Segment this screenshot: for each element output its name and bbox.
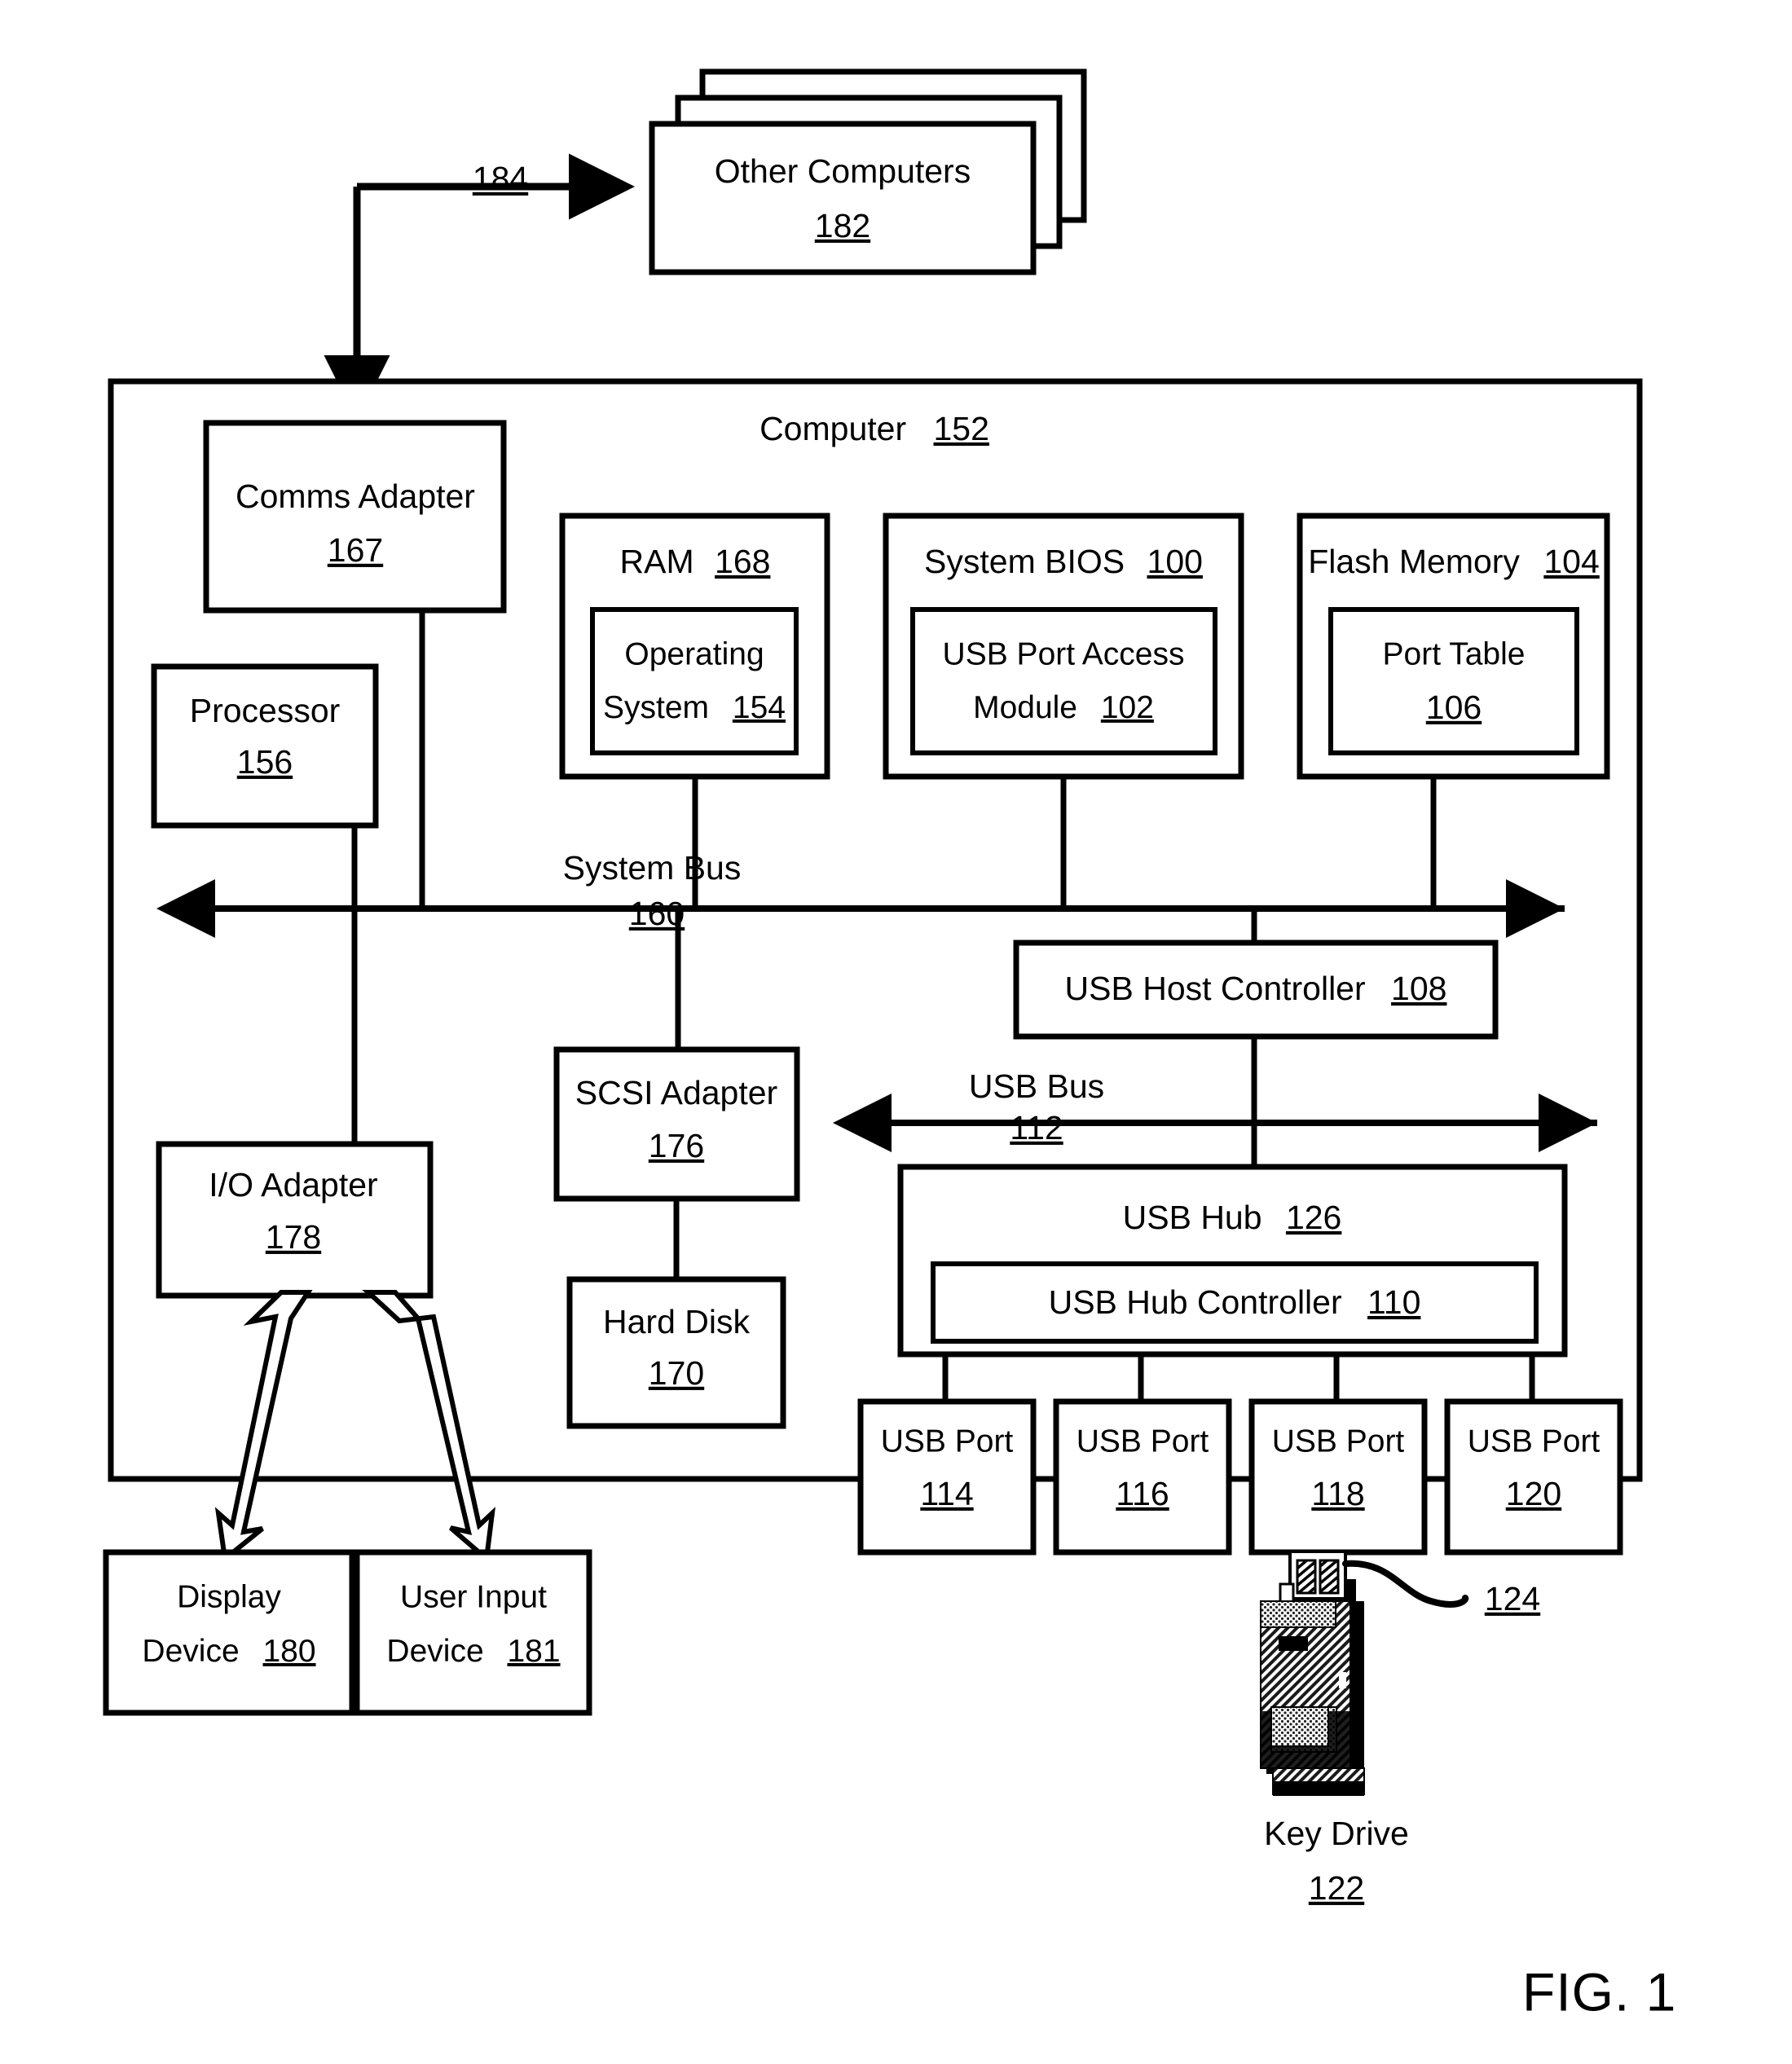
operating-system-label-line2: System 154 xyxy=(603,690,786,725)
flash-memory-label-text: Flash Memory xyxy=(1308,543,1520,580)
user-input-device-word: Device xyxy=(386,1634,483,1669)
system-bus-label: System Bus xyxy=(563,849,742,887)
io-adapter-label: I/O Adapter xyxy=(209,1166,377,1204)
key-drive-cap-ring-shadow xyxy=(1273,1781,1364,1796)
comms-adapter-ref: 167 xyxy=(328,531,383,569)
ram-label-text: RAM xyxy=(620,543,694,580)
port-table-ref: 106 xyxy=(1426,689,1482,726)
usb-port-114-ref: 114 xyxy=(920,1475,973,1512)
usb-port-116-ref: 116 xyxy=(1116,1475,1169,1512)
usb-hub-ref: 126 xyxy=(1286,1199,1341,1236)
key-drive-body-side-notch xyxy=(1339,1672,1346,1688)
figure-canvas: Other Computers 182 184 Computer 152 Com… xyxy=(0,0,1792,2064)
processor-ref: 156 xyxy=(237,743,293,781)
user-input-device-ref: 181 xyxy=(507,1634,560,1669)
usb-hub-controller-ref: 110 xyxy=(1367,1283,1420,1321)
key-drive-body-slot xyxy=(1279,1636,1308,1651)
system-bios-ref: 100 xyxy=(1147,543,1203,580)
usb-ports-group[interactable]: USB Port 114 USB Port 116 USB Port 118 U… xyxy=(838,1398,1623,1556)
usb-bus-ref: 112 xyxy=(1010,1109,1063,1146)
display-device-word: Device xyxy=(142,1634,239,1669)
ram-ref: 168 xyxy=(715,543,770,580)
operating-system-box[interactable] xyxy=(590,607,799,755)
display-device-line2: Device 180 xyxy=(142,1634,315,1669)
user-input-device-line1: User Input xyxy=(400,1579,547,1614)
other-computers-group[interactable]: Other Computers 182 xyxy=(649,68,1087,275)
usb-port-116-label: USB Port xyxy=(1077,1424,1209,1459)
usb-port-access-module-word: Module xyxy=(973,690,1077,725)
system-bios-label-text: System BIOS xyxy=(924,543,1125,580)
key-drive-callout-leader xyxy=(1342,1560,1469,1608)
usb-hub-controller-label-text: USB Hub Controller xyxy=(1049,1283,1342,1321)
usb-port-114-label: USB Port xyxy=(881,1424,1014,1459)
display-device-group[interactable]: Display Device 180 xyxy=(103,1549,355,1716)
hard-disk-group[interactable]: Hard Disk 170 xyxy=(566,1276,786,1429)
other-computers-box[interactable] xyxy=(649,121,1037,275)
hard-disk-box[interactable] xyxy=(566,1276,786,1429)
usb-port-120-label: USB Port xyxy=(1468,1424,1600,1459)
user-input-device-line2: Device 181 xyxy=(386,1634,560,1669)
computer-title-ref: 152 xyxy=(934,410,989,447)
key-drive-connector-shoulder xyxy=(1345,1579,1356,1602)
usb-port-access-module-ref: 102 xyxy=(1101,690,1154,725)
usb-port-118-ref: 118 xyxy=(1311,1475,1364,1512)
display-device-ref: 180 xyxy=(262,1634,315,1669)
figure-caption: FIG. 1 xyxy=(1522,1961,1676,2022)
operating-system-label-word: System xyxy=(603,690,709,725)
user-input-device-box[interactable] xyxy=(354,1549,592,1716)
key-drive-connector-pin-left xyxy=(1296,1559,1317,1595)
usb-port-120-ref: 120 xyxy=(1506,1475,1561,1512)
usb-host-controller-label-text: USB Host Controller xyxy=(1065,970,1366,1007)
hard-disk-ref: 170 xyxy=(649,1354,704,1392)
port-table-box[interactable] xyxy=(1328,607,1579,755)
usb-hub-label-text: USB Hub xyxy=(1123,1199,1262,1236)
usb-port-access-module-line2: Module 102 xyxy=(973,690,1154,725)
hard-disk-label: Hard Disk xyxy=(603,1303,750,1340)
usb-port-access-module-box[interactable] xyxy=(910,607,1217,755)
key-drive-connector-tab xyxy=(1279,1582,1295,1604)
io-adapter-group[interactable]: I/O Adapter 178 xyxy=(156,1141,434,1299)
network-link-ref: 184 xyxy=(473,160,528,197)
key-drive-label: Key Drive xyxy=(1264,1815,1409,1852)
computer-title: Computer 152 xyxy=(760,410,989,447)
display-device-box[interactable] xyxy=(103,1549,355,1716)
operating-system-label-line1: Operating xyxy=(624,636,764,671)
computer-title-text: Computer xyxy=(760,410,906,447)
network-link-184: 184 xyxy=(324,153,635,421)
other-computers-ref: 182 xyxy=(815,207,870,244)
user-input-device-group[interactable]: User Input Device 181 xyxy=(354,1549,592,1716)
ram-label: RAM 168 xyxy=(620,543,771,580)
usb-port-access-module-line1: USB Port Access xyxy=(943,636,1185,671)
scsi-adapter-ref: 176 xyxy=(649,1127,704,1164)
flash-memory-ref: 104 xyxy=(1543,543,1599,580)
key-drive-connector-pin-right xyxy=(1319,1559,1340,1595)
key-drive-group[interactable]: 124 Key Drive 122 xyxy=(1260,1550,1540,1907)
display-device-line1: Display xyxy=(177,1579,281,1614)
port-table-label: Port Table xyxy=(1383,636,1526,671)
key-drive-body-top-band xyxy=(1260,1600,1336,1628)
usb-hub-label: USB Hub 126 xyxy=(1123,1199,1342,1236)
usb-host-controller-ref: 108 xyxy=(1391,970,1446,1007)
io-adapter-ref: 178 xyxy=(266,1218,321,1256)
other-computers-label: Other Computers xyxy=(715,152,971,190)
patent-figure-1: Other Computers 182 184 Computer 152 Com… xyxy=(103,68,1676,2022)
scsi-adapter-label: SCSI Adapter xyxy=(575,1074,777,1111)
flash-memory-label: Flash Memory 104 xyxy=(1308,543,1600,580)
operating-system-ref: 154 xyxy=(733,690,786,725)
comms-adapter-label: Comms Adapter xyxy=(236,477,475,515)
usb-bus-label: USB Bus xyxy=(969,1067,1104,1105)
system-bios-label: System BIOS 100 xyxy=(924,543,1203,580)
scsi-adapter-box[interactable] xyxy=(553,1046,800,1202)
processor-label: Processor xyxy=(190,692,341,729)
comms-adapter-box[interactable] xyxy=(203,420,507,614)
key-drive-body-label-panel-front xyxy=(1270,1706,1329,1747)
key-drive-ref: 122 xyxy=(1309,1869,1364,1907)
usb-port-118-label: USB Port xyxy=(1272,1424,1405,1459)
key-drive-connector-ref: 124 xyxy=(1485,1580,1540,1617)
